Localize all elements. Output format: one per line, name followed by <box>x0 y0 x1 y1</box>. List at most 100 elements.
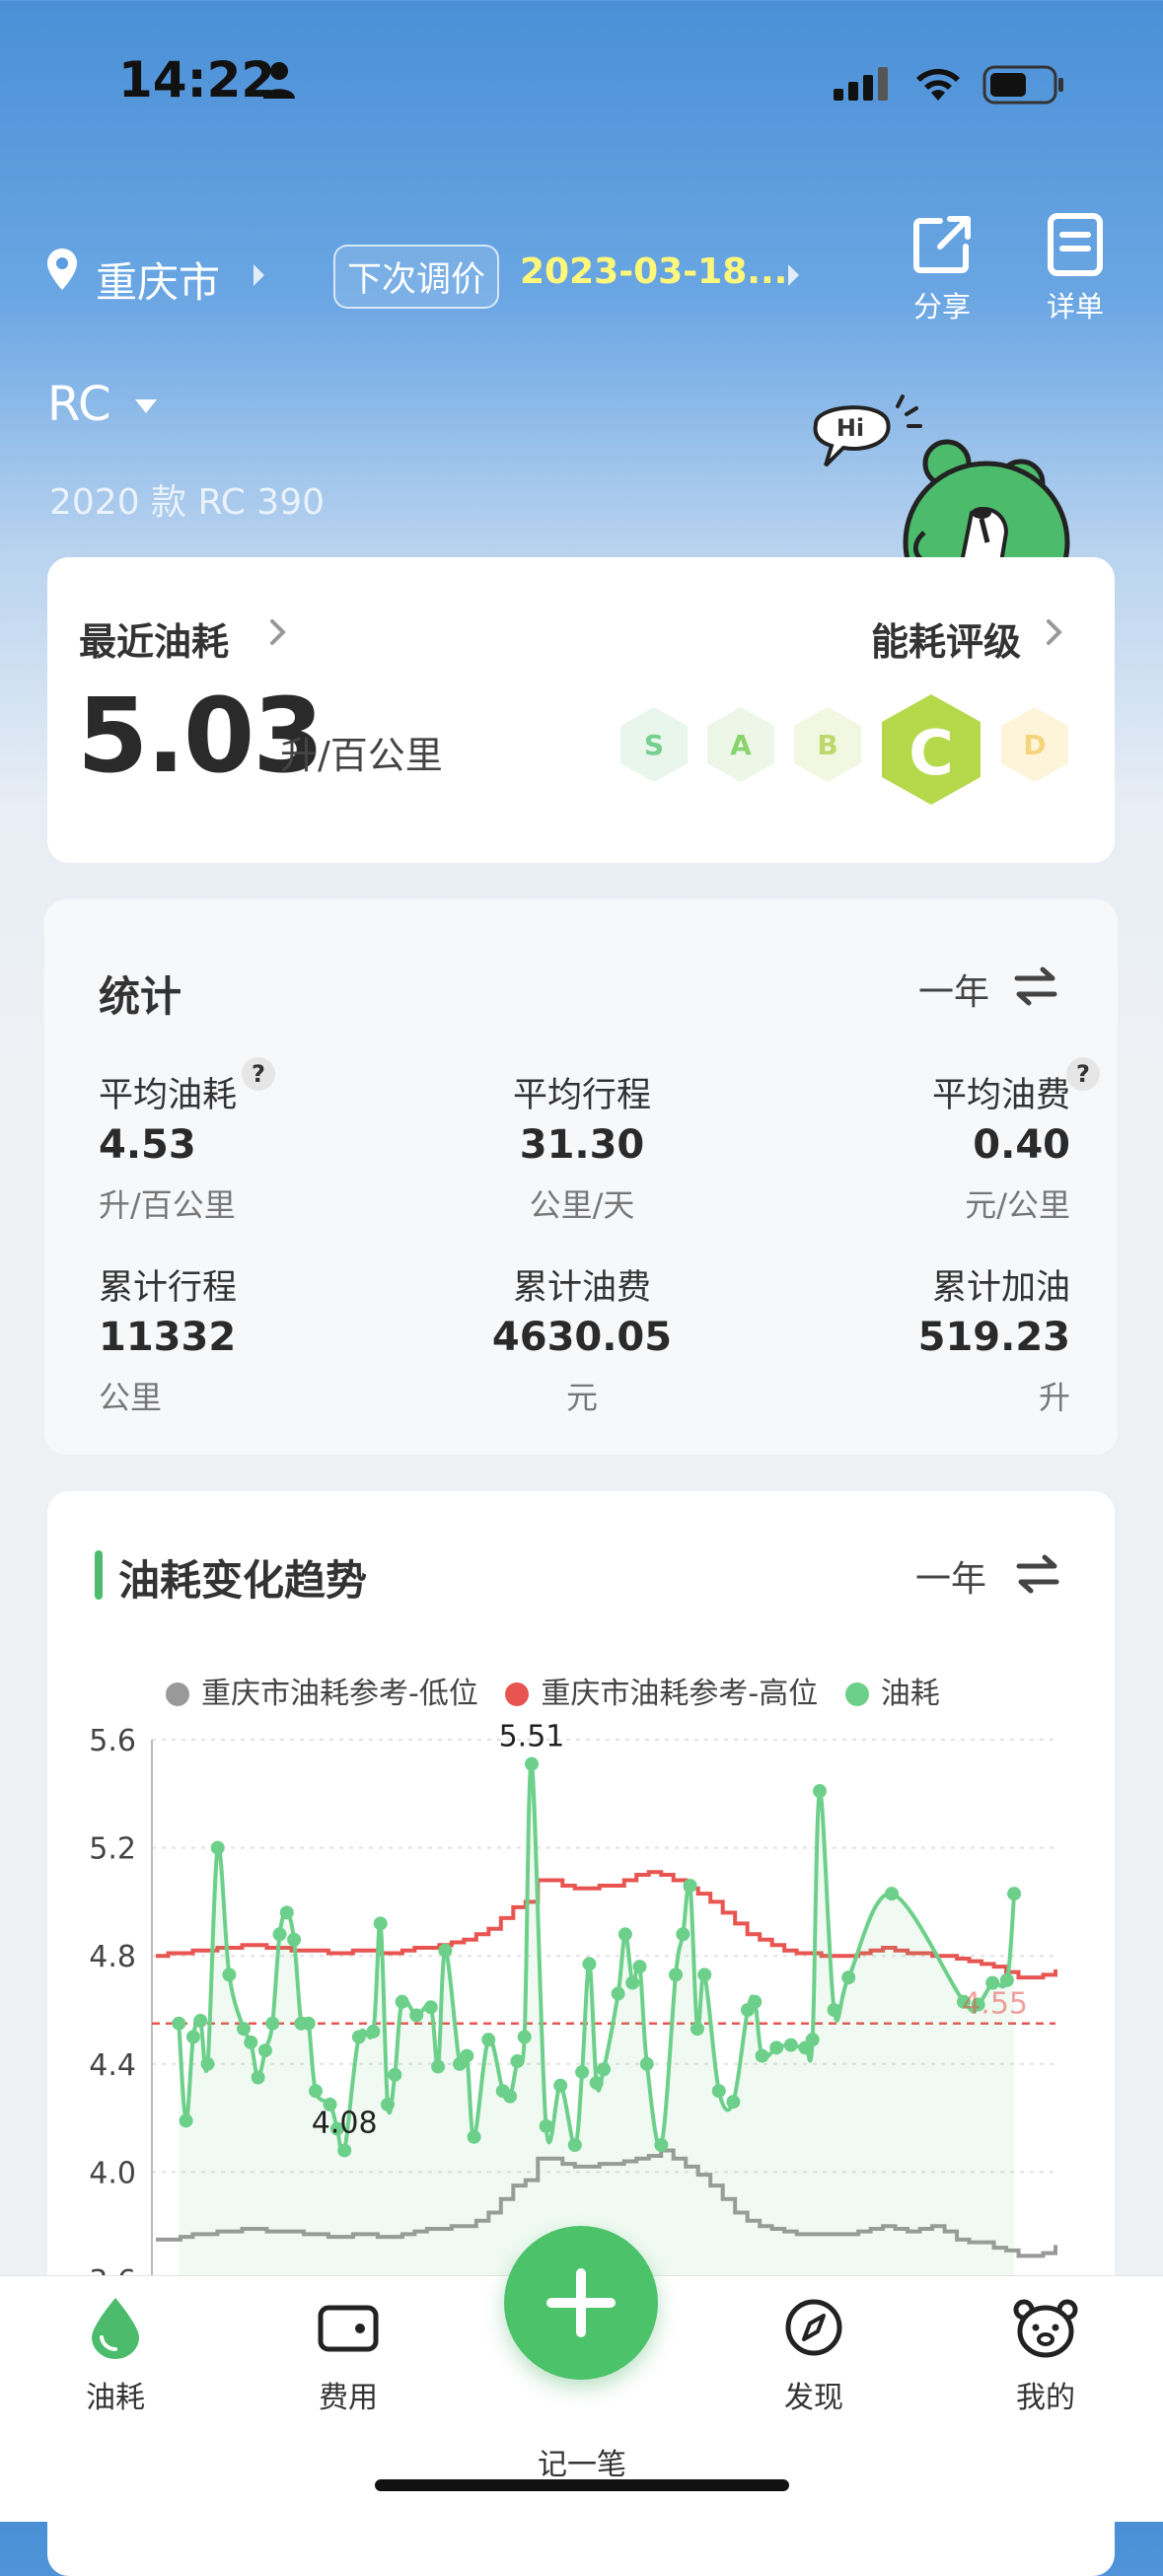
data-point <box>481 2033 496 2047</box>
consumption-trend-chart[interactable]: 5.65.24.84.44.03.64.555.514.08 <box>47 1491 1115 2280</box>
data-point <box>676 1927 691 1942</box>
grade-badge-a: A <box>704 705 777 784</box>
total-fuel-cost-label: 累计油费 <box>512 1268 651 1308</box>
help-icon[interactable]: ? <box>1066 1057 1100 1091</box>
nav-item-discover[interactable]: 发现 <box>740 2296 888 2416</box>
data-point <box>279 1905 294 1920</box>
data-point <box>460 2048 474 2063</box>
data-point <box>517 2030 532 2044</box>
data-point <box>697 1968 712 1982</box>
average-label: 4.55 <box>962 1987 1028 2022</box>
nav-label-profile: 我的 <box>1016 2381 1075 2415</box>
share-button[interactable]: 分享 <box>903 213 981 325</box>
nav-item-fuel[interactable]: 油耗 <box>41 2296 189 2416</box>
data-point <box>366 2024 381 2039</box>
avg-fuel-cost-label: 平均油费 <box>931 1076 1070 1115</box>
data-point <box>257 2043 272 2058</box>
location-pin-icon <box>47 249 77 290</box>
data-point <box>625 1975 640 1990</box>
data-point <box>669 1968 683 1982</box>
grade-badge-c-active: C <box>878 691 984 808</box>
price-adjust-label: 下次调价 <box>333 245 500 309</box>
data-point <box>438 1943 453 1958</box>
data-point <box>813 1784 827 1799</box>
bear-mascot-icon: Hi <box>813 394 1070 562</box>
y-tick-label: 4.4 <box>89 2048 136 2083</box>
data-point <box>272 1927 287 1942</box>
data-point <box>185 2030 200 2044</box>
total-fuel-cost-value: 4630.05 <box>491 1315 673 1360</box>
y-tick-label: 5.6 <box>89 1724 136 1758</box>
data-point <box>210 1840 225 1855</box>
data-point <box>265 2016 280 2031</box>
data-point <box>373 1916 388 1931</box>
document-list-icon <box>1048 213 1103 276</box>
nav-item-expense[interactable]: 费用 <box>274 2296 422 2416</box>
data-point <box>222 1968 237 1982</box>
price-adjust-date[interactable]: 2023-03-18... <box>520 251 787 292</box>
data-point <box>783 2038 798 2052</box>
chevron-right-icon <box>270 619 286 645</box>
stats-title: 统计 <box>99 972 182 1021</box>
caret-down-icon[interactable] <box>133 397 159 415</box>
nav-label-expense: 费用 <box>319 2381 378 2415</box>
data-point <box>841 1970 856 1985</box>
data-point <box>525 1756 539 1771</box>
total-mileage-unit: 公里 <box>99 1379 163 1416</box>
data-point <box>1007 1887 1022 1901</box>
data-point <box>423 2000 438 2015</box>
plus-icon <box>546 2268 616 2337</box>
data-point <box>597 2062 611 2077</box>
total-refuel-value: 519.23 <box>917 1315 1070 1360</box>
detail-list-button[interactable]: 详单 <box>1036 213 1115 325</box>
data-point <box>567 2138 582 2152</box>
data-point <box>287 1932 302 1947</box>
data-point <box>179 2113 193 2128</box>
data-point <box>193 2013 208 2028</box>
energy-rating-label[interactable]: 能耗评级 <box>871 611 1021 666</box>
share-label: 分享 <box>912 290 971 323</box>
data-point <box>309 2084 323 2099</box>
data-point <box>683 1878 697 1893</box>
recent-consumption-label[interactable]: 最近油耗 <box>79 611 229 666</box>
add-record-label: 记一笔 <box>538 2448 626 2482</box>
swap-arrows-icon[interactable] <box>1013 966 1058 1006</box>
data-point <box>755 2048 769 2063</box>
add-record-button[interactable] <box>504 2226 658 2380</box>
data-point <box>769 2040 784 2055</box>
total-refuel-label: 累计加油 <box>931 1268 1070 1308</box>
wallet-icon <box>318 2305 379 2352</box>
grade-badge-b: B <box>791 705 864 784</box>
chevron-right-icon <box>1047 619 1062 645</box>
statistics-card: 统计 一年 平均油耗 ? 4.53 升/百公里 平均行程 31.30 公里/天 … <box>44 899 1118 1455</box>
data-point <box>999 1972 1014 1987</box>
person-icon <box>263 62 295 99</box>
data-point <box>748 1994 763 2009</box>
avg-fuel-cost-unit: 元/公里 <box>965 1186 1070 1224</box>
nav-item-profile[interactable]: 我的 <box>972 2296 1120 2416</box>
grade-badge-d: D <box>998 705 1071 784</box>
recent-consumption-card: 最近油耗 能耗评级 5.03 升/百公里 S A B C D <box>47 557 1115 863</box>
car-model: 2020 款 RC 390 <box>49 482 326 523</box>
data-point <box>200 2056 215 2071</box>
data-point <box>575 2065 590 2080</box>
stats-range-selector[interactable]: 一年 <box>918 964 989 1015</box>
recent-consumption-unit: 升/百公里 <box>280 734 443 777</box>
data-point <box>431 2059 446 2074</box>
bear-bubble-text: Hi <box>836 414 864 442</box>
total-mileage-label: 累计行程 <box>99 1268 238 1308</box>
max-value-label: 5.51 <box>499 1720 565 1754</box>
battery-icon <box>982 65 1063 105</box>
data-point <box>539 2118 553 2133</box>
share-icon <box>913 216 971 273</box>
nav-label-discover: 发现 <box>784 2381 843 2415</box>
help-icon[interactable]: ? <box>242 1057 275 1091</box>
avg-consumption-unit: 升/百公里 <box>99 1186 236 1224</box>
y-tick-label: 4.8 <box>89 1940 136 1974</box>
fuel-drop-icon <box>92 2298 139 2359</box>
total-mileage-value: 11332 <box>99 1315 237 1360</box>
city-selector[interactable]: 重庆市 <box>96 250 220 310</box>
avg-fuel-cost-value: 0.40 <box>973 1122 1070 1168</box>
car-selector[interactable]: RC <box>47 377 110 432</box>
data-point <box>553 2078 568 2093</box>
